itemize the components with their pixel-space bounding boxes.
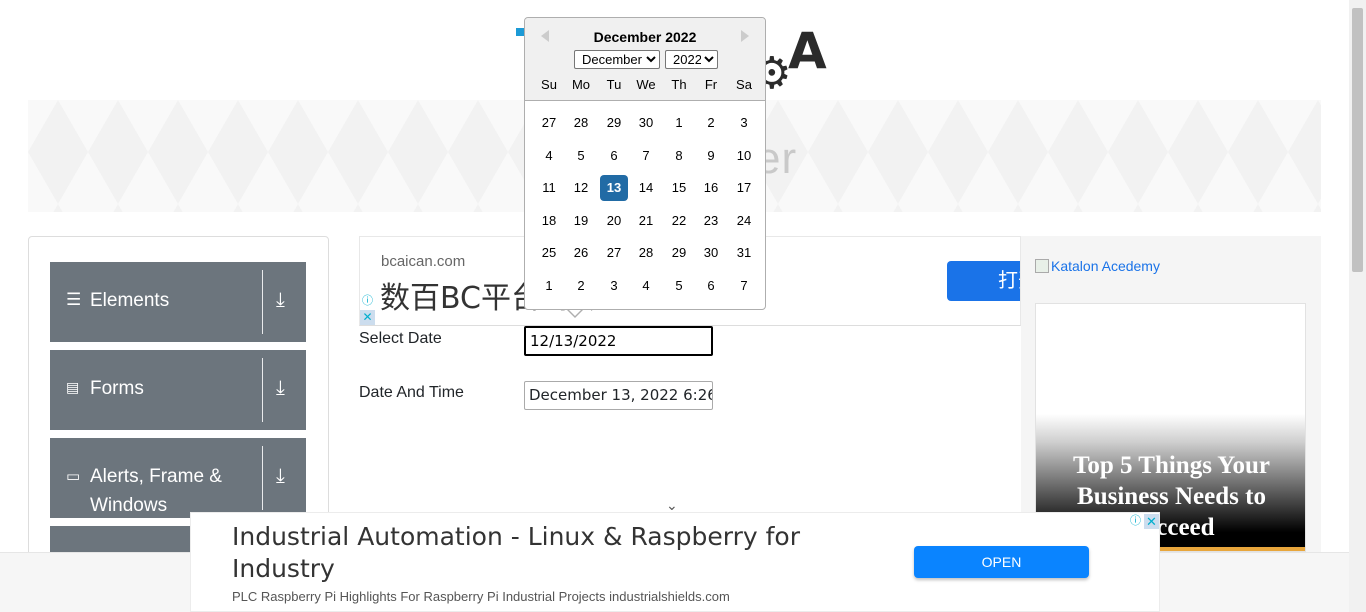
calendar-day[interactable]: 20 xyxy=(600,208,628,234)
calendar-day[interactable]: 18 xyxy=(535,208,563,234)
calendar-day[interactable]: 12 xyxy=(567,175,595,201)
date-time-label: Date And Time xyxy=(359,384,464,401)
calendar-day[interactable]: 22 xyxy=(665,208,693,234)
calendar-day[interactable]: 27 xyxy=(600,240,628,266)
broken-image-icon xyxy=(1035,259,1049,273)
calendar-day[interactable]: 8 xyxy=(665,143,693,169)
calendar-day[interactable]: 27 xyxy=(535,110,563,136)
calendar-day[interactable]: 19 xyxy=(567,208,595,234)
calendar-day[interactable]: 11 xyxy=(535,175,563,201)
calendar-day[interactable]: 3 xyxy=(600,273,628,299)
bottom-ad-open-button[interactable]: OPEN xyxy=(914,546,1089,578)
calendar-day[interactable]: 1 xyxy=(535,273,563,299)
sidebar-item-label: Elements xyxy=(90,290,170,311)
calendar-day[interactable]: 5 xyxy=(665,273,693,299)
calendar-day[interactable]: 6 xyxy=(600,143,628,169)
calendar-day[interactable]: 29 xyxy=(665,240,693,266)
ad-domain: bcaican.com xyxy=(381,253,466,270)
calendar-day[interactable]: 17 xyxy=(730,175,758,201)
calendar-day[interactable]: 5 xyxy=(567,143,595,169)
weekday-label: Fr xyxy=(704,77,718,92)
logo-accent xyxy=(516,28,524,36)
ad-sidebar-right[interactable]: Katalon Acedemy Top 5 Things Your Busine… xyxy=(1021,236,1321,552)
calendar-day[interactable]: 28 xyxy=(632,240,660,266)
calendar-day[interactable]: 28 xyxy=(567,110,595,136)
calendar-day[interactable]: 16 xyxy=(697,175,725,201)
calendar-day[interactable]: 23 xyxy=(697,208,725,234)
divider xyxy=(262,358,263,422)
ad-info-icon[interactable]: ⓘ xyxy=(1128,514,1143,529)
katalon-link[interactable]: Katalon Acedemy xyxy=(1035,258,1160,274)
bottom-ad-headline[interactable]: Industrial Automation - Linux & Raspberr… xyxy=(232,521,832,585)
weekday-label: We xyxy=(636,77,656,92)
calendar-day[interactable]: 25 xyxy=(535,240,563,266)
calendar-day[interactable]: 6 xyxy=(697,273,725,299)
document-icon: ▤ xyxy=(66,379,80,395)
calendar-day[interactable]: 9 xyxy=(697,143,725,169)
calendar-day[interactable]: 15 xyxy=(665,175,693,201)
weekday-label: Tu xyxy=(606,77,622,92)
download-icon[interactable]: ⤓ xyxy=(276,290,285,310)
calendar-day[interactable]: 3 xyxy=(730,110,758,136)
ad-close-icon[interactable]: ✕ xyxy=(360,310,375,325)
calendar-day[interactable]: 26 xyxy=(567,240,595,266)
calendar-day[interactable]: 30 xyxy=(632,110,660,136)
calendar-day[interactable]: 21 xyxy=(632,208,660,234)
weekday-label: Mo xyxy=(571,77,591,92)
calendar-day[interactable]: 2 xyxy=(697,110,725,136)
datepicker-title: December 2022 xyxy=(593,29,697,45)
download-icon[interactable]: ⤓ xyxy=(276,466,285,486)
sidebar-item-label: Forms xyxy=(90,378,144,399)
divider xyxy=(262,270,263,334)
calendar-day[interactable]: 1 xyxy=(665,110,693,136)
ad-banner-bottom[interactable]: Industrial Automation - Linux & Raspberr… xyxy=(190,512,1160,612)
calendar-day[interactable]: 13 xyxy=(600,175,628,201)
window-icon: ▭ xyxy=(66,468,81,485)
weekday-label: Sa xyxy=(736,77,752,92)
calendar-day[interactable]: 31 xyxy=(730,240,758,266)
calendar-day[interactable]: 4 xyxy=(632,273,660,299)
sidebar-item-alerts-frame-windows[interactable]: ▭ Alerts, Frame & Windows ⤓ xyxy=(50,438,306,518)
calendar-day[interactable]: 14 xyxy=(632,175,660,201)
select-date-label: Select Date xyxy=(359,330,442,347)
ad-info-icon[interactable]: ⓘ xyxy=(360,294,375,309)
calendar-day[interactable]: 29 xyxy=(600,110,628,136)
katalon-link-text: Katalon Acedemy xyxy=(1051,258,1160,274)
bottom-ad-subtext: PLC Raspberry Pi Highlights For Raspberr… xyxy=(232,589,730,604)
year-select[interactable]: 2022 xyxy=(665,50,718,69)
hamburger-icon: ☰ xyxy=(66,290,82,309)
weekday-label: Th xyxy=(671,77,687,92)
date-time-value: December 13, 2022 6:26 PM xyxy=(529,386,712,404)
ad-open-button[interactable]: 打开 xyxy=(947,261,1020,301)
logo-letter: A xyxy=(788,22,827,80)
sidebar-item-forms[interactable]: ▤ Forms ⤓ xyxy=(50,350,306,430)
calendar-day[interactable]: 10 xyxy=(730,143,758,169)
calendar-day[interactable]: 4 xyxy=(535,143,563,169)
calendar-day[interactable]: 7 xyxy=(730,273,758,299)
calendar-day[interactable]: 30 xyxy=(697,240,725,266)
weekday-label: Su xyxy=(541,77,557,92)
datepicker-header: December 2022 December 2022 Su Mo Tu We Th Fr… xyxy=(525,18,765,101)
page-scrollbar[interactable] xyxy=(1349,0,1366,612)
calendar-day[interactable]: 2 xyxy=(567,273,595,299)
divider xyxy=(262,446,263,510)
calendar-day[interactable]: 7 xyxy=(632,143,660,169)
sidebar-item-elements[interactable]: ☰ Elements ⤓ xyxy=(50,262,306,342)
date-time-input[interactable]: December 13, 2022 6:26 PM xyxy=(524,381,713,410)
calendar-day[interactable]: 24 xyxy=(730,208,758,234)
month-select[interactable]: December xyxy=(574,50,660,69)
ad-close-icon[interactable]: ✕ xyxy=(1144,514,1159,529)
datepicker: December 2022 December 2022 Su Mo Tu We Th Fr… xyxy=(524,17,766,310)
select-date-input[interactable] xyxy=(524,326,713,356)
download-icon[interactable]: ⤓ xyxy=(276,378,285,398)
scrollbar-thumb[interactable] xyxy=(1352,8,1363,272)
